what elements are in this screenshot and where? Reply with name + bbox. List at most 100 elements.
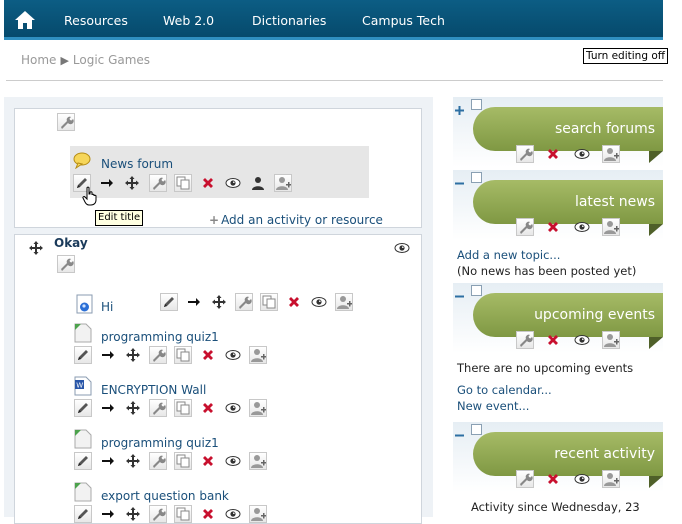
assign-roles-icon[interactable] bbox=[249, 399, 267, 417]
delete-icon[interactable] bbox=[545, 471, 561, 487]
move-icon[interactable] bbox=[211, 294, 227, 310]
turn-editing-off-button[interactable]: Turn editing off bbox=[583, 48, 668, 64]
delete-icon[interactable] bbox=[200, 506, 216, 522]
home-icon[interactable] bbox=[14, 10, 36, 30]
activity-link[interactable]: export question bank bbox=[101, 489, 229, 503]
go-to-calendar-link[interactable]: Go to calendar... bbox=[457, 383, 552, 397]
visibility-eye-icon[interactable] bbox=[225, 400, 241, 416]
nav-item-web20[interactable]: Web 2.0 bbox=[163, 13, 214, 28]
nav-item-resources[interactable]: Resources bbox=[64, 13, 128, 28]
block-title-pill: latest news bbox=[473, 180, 663, 236]
activity-link[interactable]: programming quiz1 bbox=[101, 330, 219, 344]
edit-title-icon[interactable] bbox=[74, 452, 92, 470]
edit-title-icon[interactable] bbox=[160, 293, 178, 311]
section-move-icon[interactable] bbox=[28, 240, 44, 256]
delete-icon[interactable] bbox=[200, 400, 216, 416]
edit-title-icon[interactable] bbox=[74, 505, 92, 523]
add-new-topic-link[interactable]: Add a new topic... bbox=[457, 248, 560, 262]
visibility-eye-icon[interactable] bbox=[225, 175, 241, 191]
move-right-icon[interactable] bbox=[100, 506, 116, 522]
dock-block-icon[interactable] bbox=[471, 172, 482, 183]
show-block-plus-icon[interactable] bbox=[455, 100, 464, 115]
move-right-icon[interactable] bbox=[186, 294, 202, 310]
move-icon[interactable] bbox=[125, 400, 141, 416]
update-wrench-icon[interactable] bbox=[149, 174, 167, 192]
move-right-icon[interactable] bbox=[100, 453, 116, 469]
move-icon[interactable] bbox=[125, 506, 141, 522]
section-settings-wrench-icon[interactable] bbox=[57, 113, 75, 131]
duplicate-icon[interactable] bbox=[174, 399, 192, 417]
move-icon[interactable] bbox=[125, 453, 141, 469]
delete-icon[interactable] bbox=[286, 294, 302, 310]
assign-roles-icon[interactable] bbox=[274, 174, 292, 192]
move-icon[interactable] bbox=[125, 347, 141, 363]
visibility-eye-icon[interactable] bbox=[574, 219, 590, 235]
move-right-icon[interactable] bbox=[100, 347, 116, 363]
delete-icon[interactable] bbox=[545, 146, 561, 162]
visibility-eye-icon[interactable] bbox=[225, 453, 241, 469]
visibility-eye-icon[interactable] bbox=[574, 471, 590, 487]
update-wrench-icon[interactable] bbox=[149, 346, 167, 364]
update-wrench-icon[interactable] bbox=[149, 399, 167, 417]
duplicate-icon[interactable] bbox=[174, 346, 192, 364]
hide-block-minus-icon[interactable] bbox=[455, 173, 464, 185]
visibility-eye-icon[interactable] bbox=[225, 506, 241, 522]
edit-title-icon[interactable] bbox=[74, 346, 92, 364]
assign-roles-icon[interactable] bbox=[602, 470, 620, 488]
update-wrench-icon[interactable] bbox=[235, 293, 253, 311]
add-activity-link[interactable]: + Add an activity or resource bbox=[209, 213, 383, 227]
update-wrench-icon[interactable] bbox=[149, 505, 167, 523]
quiz-file-icon bbox=[74, 429, 92, 449]
activity-link[interactable]: ENCRYPTION Wall bbox=[101, 383, 206, 397]
duplicate-icon[interactable] bbox=[174, 505, 192, 523]
news-forum-link[interactable]: News forum bbox=[101, 157, 173, 171]
section-visibility-eye-icon[interactable] bbox=[394, 240, 410, 256]
activity-link[interactable]: programming quiz1 bbox=[101, 436, 219, 450]
assign-roles-icon[interactable] bbox=[602, 331, 620, 349]
section-settings-wrench-icon[interactable] bbox=[57, 255, 75, 273]
new-event-link[interactable]: New event... bbox=[457, 399, 529, 413]
delete-icon[interactable] bbox=[200, 453, 216, 469]
block-title-pill: recent activity bbox=[473, 432, 663, 488]
hide-block-minus-icon[interactable] bbox=[455, 425, 464, 437]
duplicate-icon[interactable] bbox=[174, 174, 192, 192]
update-wrench-icon[interactable] bbox=[516, 470, 534, 488]
delete-icon[interactable] bbox=[200, 175, 216, 191]
update-wrench-icon[interactable] bbox=[516, 145, 534, 163]
assign-roles-icon[interactable] bbox=[249, 346, 267, 364]
breadcrumb-home[interactable]: Home bbox=[21, 53, 56, 67]
update-wrench-icon[interactable] bbox=[516, 331, 534, 349]
group-mode-icon[interactable] bbox=[250, 175, 266, 191]
hand-cursor-icon bbox=[82, 186, 98, 206]
delete-icon[interactable] bbox=[545, 219, 561, 235]
assign-roles-icon[interactable] bbox=[335, 293, 353, 311]
breadcrumb: Home ▶ Logic Games bbox=[21, 53, 150, 67]
update-wrench-icon[interactable] bbox=[149, 452, 167, 470]
activity-link[interactable]: Hi bbox=[101, 300, 113, 314]
assign-roles-icon[interactable] bbox=[249, 452, 267, 470]
nav-item-campus-tech[interactable]: Campus Tech bbox=[362, 13, 445, 28]
duplicate-icon[interactable] bbox=[174, 452, 192, 470]
visibility-eye-icon[interactable] bbox=[225, 347, 241, 363]
edit-title-icon[interactable] bbox=[74, 399, 92, 417]
dock-block-icon[interactable] bbox=[471, 99, 482, 110]
move-right-icon[interactable] bbox=[99, 175, 115, 191]
visibility-eye-icon[interactable] bbox=[311, 294, 327, 310]
assign-roles-icon[interactable] bbox=[602, 145, 620, 163]
assign-roles-icon[interactable] bbox=[602, 218, 620, 236]
move-icon[interactable] bbox=[124, 175, 140, 191]
dock-block-icon[interactable] bbox=[471, 285, 482, 296]
divider bbox=[6, 80, 663, 81]
visibility-eye-icon[interactable] bbox=[574, 146, 590, 162]
assign-roles-icon[interactable] bbox=[249, 505, 267, 523]
visibility-eye-icon[interactable] bbox=[574, 332, 590, 348]
duplicate-icon[interactable] bbox=[260, 293, 278, 311]
delete-icon[interactable] bbox=[200, 347, 216, 363]
move-right-icon[interactable] bbox=[100, 400, 116, 416]
dock-block-icon[interactable] bbox=[471, 424, 482, 435]
breadcrumb-separator: ▶ bbox=[60, 54, 69, 67]
nav-item-dictionaries[interactable]: Dictionaries bbox=[252, 13, 326, 28]
hide-block-minus-icon[interactable] bbox=[455, 286, 464, 298]
delete-icon[interactable] bbox=[545, 332, 561, 348]
update-wrench-icon[interactable] bbox=[516, 218, 534, 236]
